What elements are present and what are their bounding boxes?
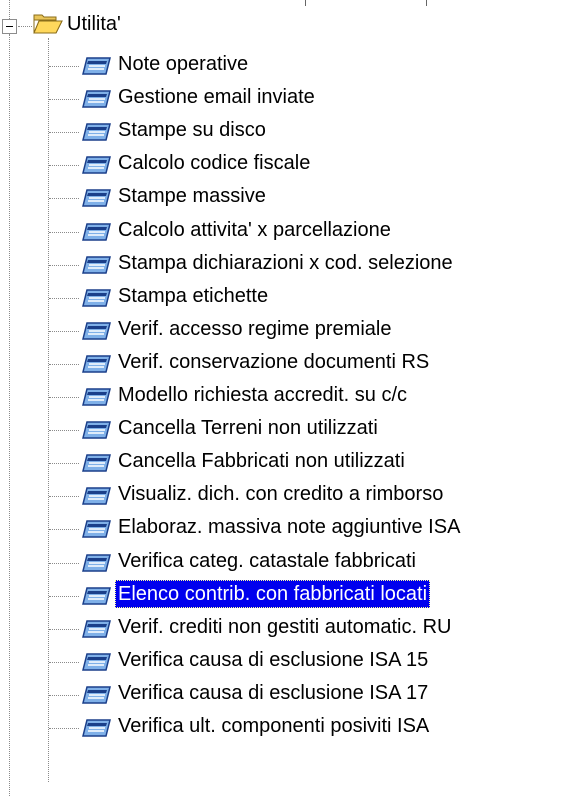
tree-item-label: Note operative <box>118 53 249 75</box>
tree-item-label: Calcolo attivita' x parcellazione <box>118 219 391 241</box>
tree-connector <box>49 728 79 729</box>
tree-item-label: Calcolo codice fiscale <box>118 152 311 174</box>
collapse-toggle-icon[interactable] <box>2 19 17 34</box>
tree-connector <box>49 563 79 564</box>
tree-connector <box>49 198 79 199</box>
form-icon <box>82 156 111 174</box>
form-icon <box>82 388 111 406</box>
tree-connector <box>49 331 79 332</box>
tree-connector <box>49 132 79 133</box>
tree-item[interactable]: Verifica categ. catastale fabbricati <box>0 545 568 578</box>
tree-guide-line-root <box>9 0 10 19</box>
tree-item[interactable]: Cancella Fabbricati non utilizzati <box>0 445 568 478</box>
tree-connector <box>49 662 79 663</box>
tree-item[interactable]: Modello richiesta accredit. su c/c <box>0 379 568 412</box>
tree-root-label[interactable]: Utilita' <box>67 10 121 38</box>
tree-connector <box>49 364 79 365</box>
tree-item-label: Verif. crediti non gestiti automatic. RU <box>118 616 452 638</box>
previous-row-fragment <box>426 0 429 6</box>
tree-item-label: Verifica causa di esclusione ISA 17 <box>118 682 429 704</box>
form-icon <box>82 454 111 472</box>
tree-item[interactable]: Stampe massive <box>0 180 568 213</box>
tree-item[interactable]: Calcolo codice fiscale <box>0 147 568 180</box>
form-icon <box>82 57 111 75</box>
previous-row-fragment <box>305 0 308 6</box>
tree-item[interactable]: Stampa dichiarazioni x cod. selezione <box>0 247 568 280</box>
tree-item-label: Elaboraz. massiva note aggiuntive ISA <box>118 516 461 538</box>
tree-item[interactable]: Visualiz. dich. con credito a rimborso <box>0 478 568 511</box>
tree-connector <box>49 298 79 299</box>
tree-item[interactable]: Calcolo attivita' x parcellazione <box>0 214 568 247</box>
tree-item[interactable]: Elaboraz. massiva note aggiuntive ISA <box>0 511 568 544</box>
tree-item[interactable]: Verif. conservazione documenti RS <box>0 346 568 379</box>
tree-item-label: Cancella Terreni non utilizzati <box>118 417 378 439</box>
tree-item-label: Visualiz. dich. con credito a rimborso <box>118 483 444 505</box>
tree-connector <box>49 463 79 464</box>
form-icon <box>82 587 111 605</box>
tree-item-label: Verifica causa di esclusione ISA 15 <box>118 649 429 671</box>
form-icon <box>82 554 111 572</box>
form-icon <box>82 223 111 241</box>
form-icon <box>82 686 111 704</box>
tree-connector <box>49 165 79 166</box>
tree-connector <box>49 265 79 266</box>
form-icon <box>82 289 111 307</box>
form-icon <box>82 421 111 439</box>
tree-item[interactable]: Gestione email inviate <box>0 81 568 114</box>
tree-item[interactable]: Stampa etichette <box>0 280 568 313</box>
form-icon <box>82 719 111 737</box>
form-icon <box>82 620 111 638</box>
tree-item[interactable]: Verifica causa di esclusione ISA 17 <box>0 677 568 710</box>
tree-connector <box>18 26 32 27</box>
tree-item-label: Stampe massive <box>118 185 266 207</box>
form-icon <box>82 123 111 141</box>
tree-item[interactable]: Verifica causa di esclusione ISA 15 <box>0 644 568 677</box>
form-icon <box>82 256 111 274</box>
tree-item-label: Verif. accesso regime premiale <box>118 318 392 340</box>
tree-item-label: Gestione email inviate <box>118 86 315 108</box>
tree-item-label: Verifica categ. catastale fabbricati <box>118 550 416 572</box>
tree-item[interactable]: Verifica ult. componenti posiviti ISA <box>0 710 568 743</box>
form-icon <box>82 487 111 505</box>
tree-connector <box>49 629 79 630</box>
tree-item-label: Verif. conservazione documenti RS <box>118 351 430 373</box>
tree-item-label: Verifica ult. componenti posiviti ISA <box>118 715 430 737</box>
form-icon <box>82 322 111 340</box>
form-icon <box>82 520 111 538</box>
folder-open-icon <box>33 14 63 34</box>
form-icon <box>82 189 111 207</box>
tree-item-label: Elenco contrib. con fabbricati locati <box>115 580 431 608</box>
tree-item[interactable]: Verif. accesso regime premiale <box>0 313 568 346</box>
tree-item[interactable]: Verif. crediti non gestiti automatic. RU <box>0 611 568 644</box>
tree-item-label: Stampa etichette <box>118 285 269 307</box>
tree-item[interactable]: Elenco contrib. con fabbricati locati <box>0 578 568 611</box>
tree-item-label: Cancella Fabbricati non utilizzati <box>118 450 405 472</box>
tree-connector <box>49 496 79 497</box>
tree-connector <box>49 430 79 431</box>
tree-connector <box>49 66 79 67</box>
tree-connector <box>49 397 79 398</box>
tree-item-label: Stampe su disco <box>118 119 266 141</box>
tree-connector <box>49 529 79 530</box>
form-icon <box>82 653 111 671</box>
tree-item-label: Stampa dichiarazioni x cod. selezione <box>118 252 453 274</box>
tree-item[interactable]: Cancella Terreni non utilizzati <box>0 412 568 445</box>
tree-item[interactable]: Note operative <box>0 48 568 81</box>
tree-connector <box>49 232 79 233</box>
tree-item-label: Modello richiesta accredit. su c/c <box>118 384 408 406</box>
tree-connector <box>49 99 79 100</box>
form-icon <box>82 355 111 373</box>
tree-connector <box>49 695 79 696</box>
tree-item[interactable]: Stampe su disco <box>0 114 568 147</box>
tree-connector <box>49 596 79 597</box>
form-icon <box>82 90 111 108</box>
